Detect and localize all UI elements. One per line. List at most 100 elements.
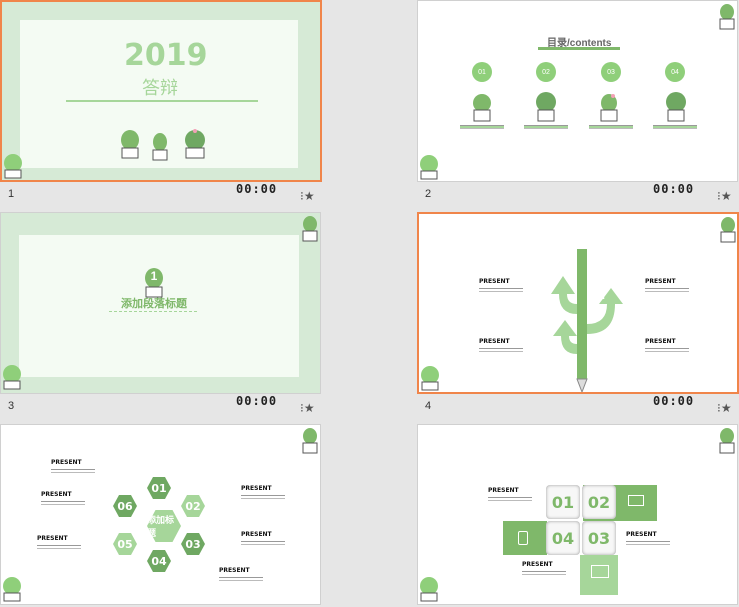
text-placeholder: [645, 348, 689, 352]
slide-thumbnail[interactable]: 3 2 1 PRESENT PRESENT PRESENT PRESENT: [417, 212, 739, 394]
text-placeholder: [488, 497, 532, 501]
cactus-icon: [3, 577, 21, 602]
slide-timing: 00:00: [236, 394, 278, 408]
hex-03: 03: [181, 533, 205, 555]
cactus-icon: [185, 129, 205, 159]
cactus-icon: [302, 428, 318, 454]
cactus-icon: [152, 133, 168, 161]
slide-number: 1: [8, 188, 15, 200]
slide-thumbnail[interactable]: 2019 答辩: [0, 0, 322, 182]
center-hex: 添加标题: [147, 510, 181, 542]
cactus-icon: [473, 94, 491, 122]
cactus-icon: [3, 365, 21, 390]
toc-item-3: 03: [601, 62, 621, 82]
slide-2[interactable]: 目录/contents 01 02 03 04 2 00:00 ⁝★: [417, 0, 739, 205]
present-label: PRESENT: [41, 491, 72, 498]
section-title: 添加段落标题: [121, 298, 187, 310]
square-04: 04: [546, 521, 580, 555]
present-label: PRESENT: [241, 485, 272, 492]
star-icon[interactable]: ⁝★: [717, 189, 732, 203]
present-label: PRESENT: [219, 567, 250, 574]
text-placeholder: [51, 469, 95, 473]
hex-05: 05: [113, 533, 137, 555]
cactus-icon: [4, 154, 22, 179]
text-placeholder: [645, 288, 689, 292]
cactus-icon: [420, 577, 438, 602]
slide-timing: 00:00: [653, 182, 695, 196]
toc-item-2: 02: [536, 62, 556, 82]
text-placeholder: [41, 501, 85, 505]
square-02: 02: [582, 485, 616, 519]
text-placeholder: [479, 288, 523, 292]
arrow-label-3: 3: [546, 258, 554, 274]
present-label: PRESENT: [479, 278, 510, 285]
hex-02: 02: [181, 495, 205, 517]
slide-timing: 00:00: [236, 182, 278, 196]
slide-1[interactable]: 2019 答辩 1 00:00 ⁝★: [0, 0, 322, 205]
text-placeholder: [241, 541, 285, 545]
present-label: PRESENT: [626, 531, 657, 538]
hex-01: 01: [147, 477, 171, 499]
arrow-label-2: 2: [597, 286, 605, 302]
slide-3[interactable]: 1 添加段落标题 3 00:00 ⁝★: [0, 212, 322, 417]
cactus-icon: [121, 130, 139, 159]
cactus-icon: [600, 94, 618, 122]
text-placeholder: [626, 541, 670, 545]
text-placeholder: [589, 125, 633, 129]
slide-thumbnail[interactable]: 1 添加段落标题: [0, 212, 321, 394]
cactus-icon: [420, 155, 438, 180]
slide-title-year: 2019: [124, 38, 208, 73]
text-placeholder: [241, 495, 285, 499]
toc-item-4: 04: [665, 62, 685, 82]
slide-5[interactable]: 添加标题 01 02 03 04 05 06 PRESENT PRESENT P…: [0, 424, 322, 607]
cactus-icon: [720, 217, 736, 243]
present-label: PRESENT: [479, 338, 510, 345]
square-01: 01: [546, 485, 580, 519]
slide-4[interactable]: 3 2 1 PRESENT PRESENT PRESENT PRESENT 4 …: [417, 212, 739, 417]
slide-number: 4: [425, 400, 432, 412]
present-label: PRESENT: [645, 278, 676, 285]
present-label: PRESENT: [645, 338, 676, 345]
section-badge: 1: [150, 269, 158, 283]
divider: [66, 100, 258, 102]
star-icon[interactable]: ⁝★: [717, 401, 732, 415]
text-placeholder: [460, 125, 504, 129]
cactus-icon: [421, 366, 439, 391]
slide-number: 3: [8, 400, 15, 412]
laptop-icon: [628, 495, 644, 506]
cactus-icon: [302, 216, 318, 242]
slide-6[interactable]: 01 02 04 03 PRESENT PRESENT PRESENT: [417, 424, 739, 607]
cactus-icon: [719, 428, 735, 454]
text-placeholder: [479, 348, 523, 352]
cactus-icon: [719, 4, 735, 30]
text-placeholder: [219, 577, 263, 581]
slide-number: 2: [425, 188, 432, 200]
monitor-icon: [591, 565, 609, 578]
text-placeholder: [522, 571, 566, 575]
present-label: PRESENT: [488, 487, 519, 494]
toc-item-1: 01: [472, 62, 492, 82]
divider: [538, 47, 620, 50]
cactus-icon: [536, 92, 556, 122]
present-label: PRESENT: [241, 531, 272, 538]
slide-timing: 00:00: [653, 394, 695, 408]
phone-icon: [518, 531, 528, 545]
divider: [109, 311, 197, 312]
hex-04: 04: [147, 550, 171, 572]
slide-subtitle: 答辩: [142, 78, 178, 99]
slide-thumbnail[interactable]: 01 02 04 03 PRESENT PRESENT PRESENT: [417, 424, 738, 605]
present-label: PRESENT: [51, 459, 82, 466]
present-label: PRESENT: [37, 535, 68, 542]
text-placeholder: [37, 545, 81, 549]
text-placeholder: [653, 125, 697, 129]
hex-06: 06: [113, 495, 137, 517]
present-label: PRESENT: [522, 561, 553, 568]
square-03: 03: [582, 521, 616, 555]
text-placeholder: [524, 125, 568, 129]
star-icon[interactable]: ⁝★: [300, 401, 315, 415]
cactus-icon: [666, 92, 686, 122]
slide-thumbnail[interactable]: 添加标题 01 02 03 04 05 06 PRESENT PRESENT P…: [0, 424, 321, 605]
star-icon[interactable]: ⁝★: [300, 189, 315, 203]
arrow-label-1: 1: [553, 310, 561, 326]
slide-thumbnail[interactable]: 目录/contents 01 02 03 04: [417, 0, 738, 182]
